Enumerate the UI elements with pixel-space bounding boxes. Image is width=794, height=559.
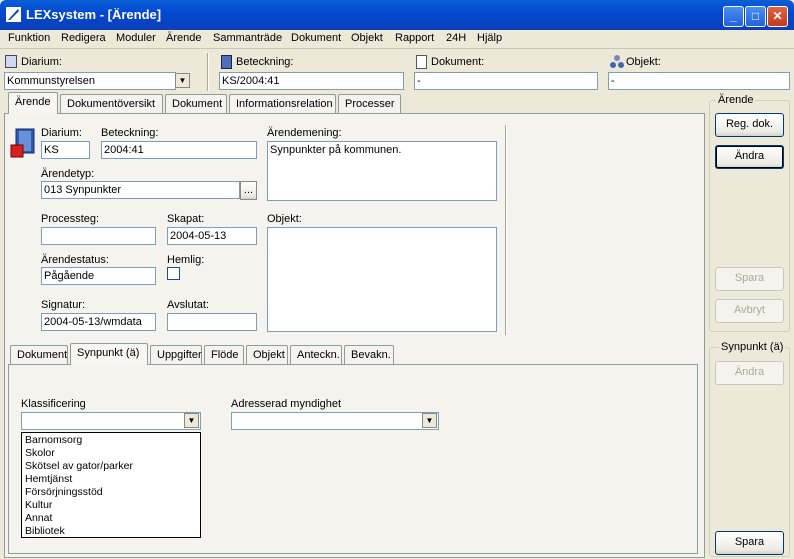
- window-title: LEXsystem - [Ärende]: [26, 7, 162, 22]
- andra-synpunkt-button[interactable]: Ändra: [715, 361, 784, 385]
- spara-synpunkt-button[interactable]: Spara: [715, 531, 784, 555]
- menu-moduler[interactable]: Moduler: [116, 32, 156, 44]
- tab-processer[interactable]: Processer: [338, 94, 401, 114]
- adresserad-label: Adresserad myndighet: [231, 398, 342, 410]
- list-item[interactable]: Annat: [25, 512, 52, 524]
- klassificering-label: Klassificering: [21, 398, 86, 410]
- toolbar-diarium-label: Diarium:: [21, 56, 62, 68]
- menu-rapport[interactable]: Rapport: [395, 32, 434, 44]
- arendestatus-label: Ärendestatus:: [41, 254, 109, 266]
- subtab-bevakn[interactable]: Bevakn.: [344, 345, 394, 365]
- arendemening-label: Ärendemening:: [267, 127, 342, 139]
- toolbar-beteckning-field[interactable]: KS/2004:41: [219, 72, 404, 90]
- diarium-field[interactable]: KS: [41, 141, 90, 159]
- subtab-objekt[interactable]: Objekt: [246, 345, 288, 365]
- list-item[interactable]: Hemtjänst: [25, 473, 72, 485]
- arende-group-title: Ärende: [716, 94, 756, 106]
- arendestatus-field[interactable]: Pågående: [41, 267, 156, 285]
- menu-objekt[interactable]: Objekt: [351, 32, 383, 44]
- dokument-icon: [416, 55, 427, 69]
- chevron-down-icon[interactable]: ▼: [175, 73, 190, 88]
- arendemening-field[interactable]: Synpunkter på kommunen.: [267, 141, 497, 201]
- avslutat-field[interactable]: [167, 313, 257, 331]
- list-item[interactable]: Försörjningsstöd: [25, 486, 103, 498]
- tab-dokumentoversikt[interactable]: Dokumentöversikt: [60, 94, 163, 114]
- menu-hjalp[interactable]: Hjälp: [477, 32, 502, 44]
- tab-arende[interactable]: Ärende: [8, 92, 58, 114]
- skapat-field[interactable]: 2004-05-13: [167, 227, 257, 245]
- menu-24h[interactable]: 24H: [446, 32, 466, 44]
- toolbar-dokument-field[interactable]: -: [414, 72, 598, 90]
- close-button[interactable]: ✕: [767, 6, 788, 27]
- menu-funktion[interactable]: Funktion: [8, 32, 50, 44]
- avbryt-button[interactable]: Avbryt: [715, 299, 784, 323]
- reg-dok-button[interactable]: Reg. dok.: [715, 113, 784, 137]
- adresserad-select[interactable]: [231, 412, 439, 430]
- subtab-uppgifter[interactable]: Uppgifter: [150, 345, 202, 365]
- list-item[interactable]: Skolor: [25, 447, 55, 459]
- list-item[interactable]: Kultur: [25, 499, 52, 511]
- toolbar-beteckning-label: Beteckning:: [236, 56, 294, 68]
- hemlig-checkbox[interactable]: [167, 267, 180, 280]
- objekt-icon: [610, 55, 624, 68]
- subtab-synpunkt[interactable]: Synpunkt (ä): [70, 343, 148, 365]
- tab-informationsrelation[interactable]: Informationsrelation: [229, 94, 336, 114]
- maximize-icon: □: [751, 9, 760, 23]
- title-bar[interactable]: LEXsystem - [Ärende] _ □ ✕: [0, 0, 794, 30]
- signatur-field[interactable]: 2004-05-13/wmdata: [41, 313, 156, 331]
- beteckning-label: Beteckning:: [101, 127, 159, 139]
- case-folder-icon: [10, 128, 35, 158]
- subtab-anteckn[interactable]: Anteckn.: [290, 345, 342, 365]
- avslutat-label: Avslutat:: [167, 299, 209, 311]
- toolbar-diarium-select[interactable]: Kommunstyrelsen: [4, 72, 176, 90]
- hemlig-label: Hemlig:: [167, 254, 205, 266]
- app-icon: [6, 7, 21, 22]
- chevron-down-icon[interactable]: ▼: [422, 413, 437, 428]
- list-item[interactable]: Bibliotek: [25, 525, 65, 537]
- subtab-dokument[interactable]: Dokument: [10, 345, 68, 365]
- menu-redigera[interactable]: Redigera: [61, 32, 106, 44]
- arendetyp-browse-button[interactable]: ...: [240, 181, 257, 200]
- menu-arende[interactable]: Ärende: [166, 32, 201, 44]
- synpunkt-group-title: Synpunkt (ä): [719, 341, 786, 353]
- menu-bar: Funktion Redigera Moduler Ärende Sammant…: [0, 30, 794, 49]
- processteg-label: Processteg:: [41, 213, 100, 225]
- signatur-label: Signatur:: [41, 299, 86, 311]
- list-item[interactable]: Skötsel av gator/parker: [25, 460, 133, 472]
- arendetyp-label: Ärendetyp:: [41, 168, 95, 180]
- list-item[interactable]: Barnomsorg: [25, 434, 82, 446]
- close-icon: ✕: [772, 9, 783, 23]
- toolbar-dokument-label: Dokument:: [431, 56, 485, 68]
- form-separator: [505, 125, 507, 335]
- menu-sammantrade[interactable]: Sammanträde: [213, 32, 282, 44]
- diarium-icon: [5, 55, 17, 68]
- menu-dokument[interactable]: Dokument: [291, 32, 341, 44]
- andra-button[interactable]: Ändra: [715, 145, 784, 169]
- skapat-label: Skapat:: [167, 213, 205, 225]
- spara-button[interactable]: Spara: [715, 267, 784, 291]
- toolbar-objekt-label: Objekt:: [626, 56, 661, 68]
- maximize-button[interactable]: □: [745, 6, 766, 27]
- klassificering-dropdown-list: Barnomsorg Skolor Skötsel av gator/parke…: [21, 432, 201, 538]
- minimize-button[interactable]: _: [723, 6, 744, 27]
- toolbar-separator: [207, 53, 209, 91]
- subtab-flode[interactable]: Flöde: [204, 345, 244, 365]
- objekt-label: Objekt:: [267, 213, 302, 225]
- minimize-icon: _: [730, 9, 737, 23]
- tab-dokument[interactable]: Dokument: [165, 94, 227, 114]
- klassificering-select[interactable]: [21, 412, 201, 430]
- chevron-down-icon[interactable]: ▼: [184, 413, 199, 428]
- diarium-label: Diarium:: [41, 127, 82, 139]
- beteckning-field[interactable]: 2004:41: [101, 141, 257, 159]
- processteg-field[interactable]: [41, 227, 156, 245]
- beteckning-icon: [221, 55, 232, 69]
- objekt-list[interactable]: [267, 227, 497, 332]
- toolbar-objekt-field[interactable]: -: [608, 72, 790, 90]
- arendetyp-field[interactable]: 013 Synpunkter: [41, 181, 240, 199]
